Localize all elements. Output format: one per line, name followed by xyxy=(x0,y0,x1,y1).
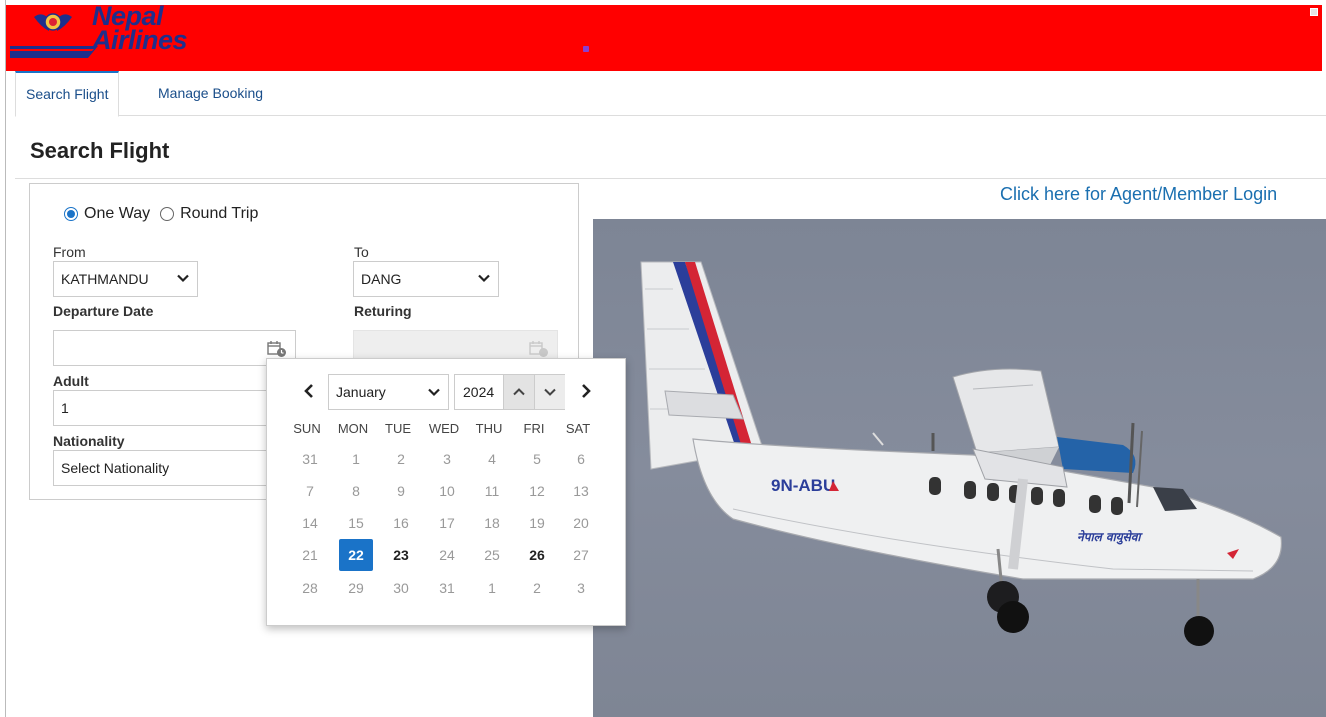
main-tabs: Search Flight Manage Booking xyxy=(15,71,1326,117)
tab-manage-booking[interactable]: Manage Booking xyxy=(148,71,273,116)
calendar-day[interactable]: 1 xyxy=(475,572,509,604)
calendar-day[interactable]: 11 xyxy=(475,475,509,507)
calendar-day[interactable]: 17 xyxy=(430,507,464,539)
year-decrement-button[interactable] xyxy=(534,375,565,409)
weekday-header: SAT xyxy=(565,421,591,436)
weekday-header: FRI xyxy=(523,421,545,436)
weekday-header: THU xyxy=(475,421,503,436)
calendar-day[interactable]: 16 xyxy=(384,507,418,539)
tab-search-flight[interactable]: Search Flight xyxy=(15,71,120,117)
calendar-day[interactable]: 23 xyxy=(384,539,418,571)
calendar-day[interactable]: 2 xyxy=(520,572,554,604)
trip-type-group: One Way Round Trip xyxy=(64,205,268,223)
title-divider xyxy=(15,178,1326,179)
calendar-day[interactable]: 10 xyxy=(430,475,464,507)
aircraft-registration: 9N-ABU xyxy=(771,476,835,495)
agent-member-login-link[interactable]: Click here for Agent/Member Login xyxy=(1000,184,1277,205)
window-corner-button[interactable] xyxy=(1310,8,1318,16)
nepal-airlines-logo[interactable]: Nepal Airlines xyxy=(10,3,200,71)
calendar-day[interactable]: 25 xyxy=(475,539,509,571)
round-trip-radio[interactable]: Round Trip xyxy=(160,205,258,223)
calendar-day[interactable]: 18 xyxy=(475,507,509,539)
weekday-header: SUN xyxy=(293,421,321,436)
nationality-value: Select Nationality xyxy=(61,460,170,476)
month-value: January xyxy=(336,384,386,400)
calendar-day[interactable]: 19 xyxy=(520,507,554,539)
calendar-day[interactable]: 5 xyxy=(520,443,554,475)
returning-label: Returing xyxy=(354,303,412,319)
calendar-day[interactable]: 3 xyxy=(430,443,464,475)
chevron-left-icon[interactable] xyxy=(301,383,317,399)
calendar-day[interactable]: 22 xyxy=(339,539,373,571)
chevron-down-icon xyxy=(428,388,440,397)
header-bar: Nepal Airlines xyxy=(6,3,1322,71)
header-marker xyxy=(583,46,589,52)
calendar-day[interactable]: 13 xyxy=(564,475,598,507)
to-label: To xyxy=(354,244,369,260)
calendar-day[interactable]: 21 xyxy=(293,539,327,571)
calendar-day[interactable]: 15 xyxy=(339,507,373,539)
chevron-down-icon xyxy=(177,274,189,283)
from-value: KATHMANDU xyxy=(61,271,149,287)
year-increment-button[interactable] xyxy=(503,375,534,409)
from-label: From xyxy=(53,244,86,260)
logo-swoosh-icon xyxy=(10,46,98,58)
datepicker-popup: January 2024 SUN MON TUE WED THU FRI SAT 31 1 2 3 4… xyxy=(266,358,626,626)
adult-input[interactable]: 1 xyxy=(53,390,283,426)
from-select[interactable]: KATHMANDU xyxy=(53,261,198,297)
calendar-day[interactable]: 4 xyxy=(475,443,509,475)
to-select[interactable]: DANG xyxy=(353,261,499,297)
adult-value: 1 xyxy=(61,400,69,416)
calendar-day[interactable]: 7 xyxy=(293,475,327,507)
calendar-day[interactable]: 14 xyxy=(293,507,327,539)
calendar-icon xyxy=(529,341,548,357)
weekday-header: MON xyxy=(337,421,369,436)
one-way-label: One Way xyxy=(84,205,151,222)
calendar-day[interactable]: 8 xyxy=(339,475,373,507)
aircraft-illustration: 9N-ABU नेपाल वायुसेवा xyxy=(640,261,1283,646)
nationality-label: Nationality xyxy=(53,433,125,449)
month-select[interactable]: January xyxy=(328,374,449,410)
calendar-day[interactable]: 2 xyxy=(384,443,418,475)
calendar-day[interactable]: 31 xyxy=(430,572,464,604)
round-trip-label: Round Trip xyxy=(180,205,259,222)
calendar-day[interactable]: 20 xyxy=(564,507,598,539)
chevron-down-icon xyxy=(544,388,556,396)
weekday-header: TUE xyxy=(385,421,411,436)
nationality-select[interactable]: Select Nationality xyxy=(53,450,283,486)
calendar-day[interactable]: 31 xyxy=(293,443,327,475)
calendar-day[interactable]: 1 xyxy=(339,443,373,475)
page-left-border xyxy=(5,0,6,717)
calendar-day[interactable]: 26 xyxy=(520,539,554,571)
chevron-down-icon xyxy=(478,274,490,283)
calendar-day[interactable]: 29 xyxy=(339,572,373,604)
calendar-day[interactable]: 28 xyxy=(293,572,327,604)
one-way-radio[interactable]: One Way xyxy=(64,205,150,223)
radio-checked-icon xyxy=(64,207,78,221)
calendar-icon[interactable] xyxy=(267,340,287,358)
departure-date-label: Departure Date xyxy=(53,303,154,319)
year-spinner[interactable]: 2024 xyxy=(454,374,565,410)
calendar-day[interactable]: 27 xyxy=(564,539,598,571)
calendar-day[interactable]: 9 xyxy=(384,475,418,507)
page-title: Search Flight xyxy=(30,138,170,163)
chevron-right-icon[interactable] xyxy=(578,383,594,399)
emblem-icon xyxy=(34,13,72,31)
to-value: DANG xyxy=(361,271,402,287)
adult-label: Adult xyxy=(53,373,89,389)
calendar-day[interactable]: 12 xyxy=(520,475,554,507)
calendar-day[interactable]: 6 xyxy=(564,443,598,475)
aircraft-photo: 9N-ABU नेपाल वायुसेवा xyxy=(593,219,1326,717)
calendar-day[interactable]: 30 xyxy=(384,572,418,604)
chevron-up-icon xyxy=(513,388,525,396)
aircraft-script-text: नेपाल वायुसेवा xyxy=(1077,530,1143,545)
year-value: 2024 xyxy=(463,384,495,400)
departure-date-input[interactable] xyxy=(53,330,296,366)
calendar-day[interactable]: 24 xyxy=(430,539,464,571)
weekday-header: WED xyxy=(428,421,460,436)
radio-unchecked-icon xyxy=(160,207,175,221)
calendar-day[interactable]: 3 xyxy=(564,572,598,604)
